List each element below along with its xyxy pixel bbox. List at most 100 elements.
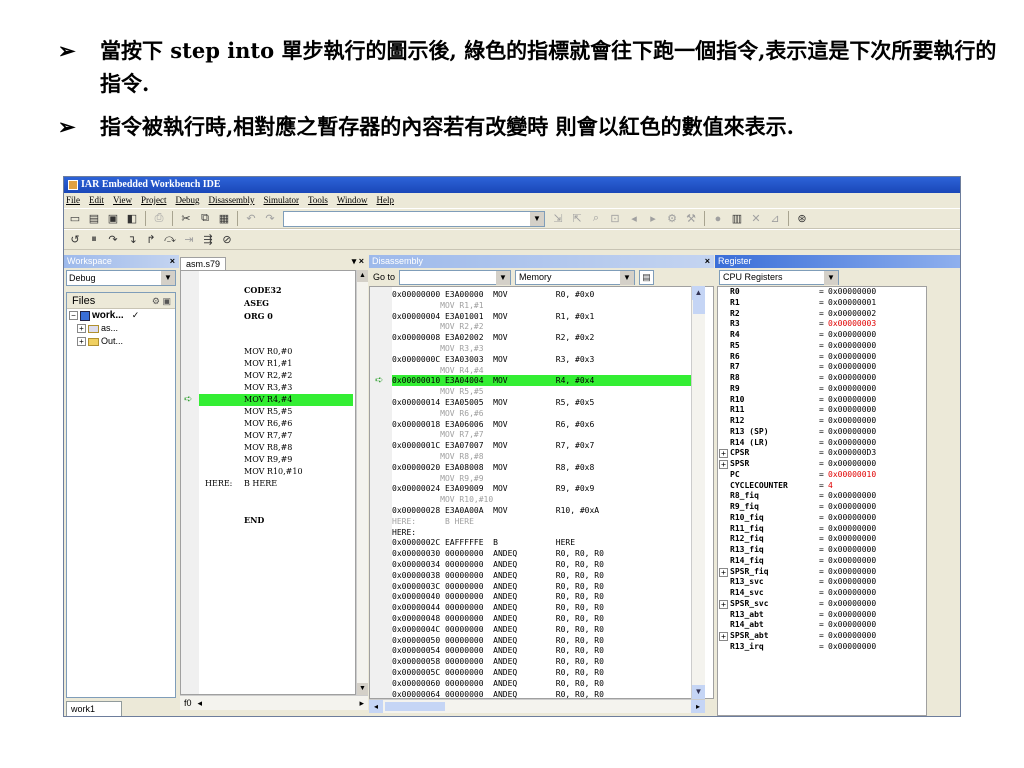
instruction-line[interactable]: 0x00000000 E3A00000 MOV R0, #0x0 [392,289,692,300]
undo-icon[interactable]: ↶ [243,211,259,227]
menu-disassembly[interactable]: Disassembly [208,193,254,208]
register-row[interactable]: R13_svc = 0x00000000 [718,577,926,588]
bookmark-icon[interactable]: ⊡ [607,211,623,227]
register-row[interactable]: R9 = 0x00000000 [718,384,926,395]
reset-icon[interactable]: ↺ [67,232,83,248]
register-row[interactable]: + CPSR = 0x000000D3 [718,448,926,459]
register-row[interactable]: R11_fiq = 0x00000000 [718,524,926,535]
chevron-down-icon[interactable]: ▼ [161,271,175,285]
copy-icon[interactable]: ⧉ [197,211,213,227]
source-line[interactable]: MOV R6,#6 [199,418,353,430]
cut-icon[interactable]: ✂ [178,211,194,227]
register-value[interactable]: 0x00000000 [828,362,876,373]
source-editor[interactable]: CODE32 ASEG ORG 0 MOV R0,#0 MOV R1,#1 MOV R2,… [180,270,356,695]
step-into-icon[interactable]: ↴ [124,232,140,248]
save-icon[interactable]: ▣ [105,211,121,227]
scroll-down-icon[interactable]: ▼ [692,685,705,699]
register-row[interactable]: R14_abt = 0x00000000 [718,620,926,631]
scroll-right-icon[interactable]: ▸ [359,698,364,709]
instruction-line[interactable]: 0x00000028 E3A0A00A MOV R10, #0xA [392,505,692,516]
find-next-icon[interactable]: ⇲ [550,211,566,227]
menu-help[interactable]: Help [377,193,395,208]
register-row[interactable]: R14 (LR) = 0x00000000 [718,438,926,449]
save-all-icon[interactable]: ◧ [124,211,140,227]
instruction-line[interactable]: 0x0000003C 00000000 ANDEQ R0, R0, R0 [392,581,692,592]
hscroll-thumb[interactable] [385,702,445,711]
register-row[interactable]: R7 = 0x00000000 [718,362,926,373]
instruction-line[interactable]: 0x00000054 00000000 ANDEQ R0, R0, R0 [392,645,692,656]
debug-start-icon[interactable]: ⊛ [794,211,810,227]
register-view-select[interactable]: CPU Registers ▼ [719,269,839,285]
scroll-right-icon[interactable]: ▸ [691,700,705,713]
instruction-line[interactable]: 0x00000060 00000000 ANDEQ R0, R0, R0 [392,678,692,689]
chevron-down-icon[interactable]: ▼ [824,270,838,285]
register-value[interactable]: 0x00000000 [828,567,876,578]
register-row[interactable]: R13_fiq = 0x00000000 [718,545,926,556]
source-line[interactable]: MOV R9,#9 [199,454,353,466]
tree-item-asm[interactable]: + as... [67,322,175,335]
debug-icon[interactable]: ▥ [729,211,745,227]
register-value[interactable]: 0x00000000 [828,556,876,567]
register-value[interactable]: 0x00000000 [828,416,876,427]
instruction-line[interactable]: 0x00000050 00000000 ANDEQ R0, R0, R0 [392,635,692,646]
open-folder-icon[interactable]: ▤ [86,211,102,227]
menu-tools[interactable]: Tools [308,193,328,208]
instruction-line[interactable]: 0x0000000C E3A03003 MOV R3, #0x3 [392,354,692,365]
memory-select[interactable]: Memory ▼ [515,269,636,285]
disassembly-scrollbar[interactable]: ▲ ▼ [691,286,705,699]
register-row[interactable]: R10_fiq = 0x00000000 [718,513,926,524]
register-row[interactable]: R10 = 0x00000000 [718,395,926,406]
register-value[interactable]: 0x00000000 [828,287,876,298]
collapse-icon[interactable]: − [69,311,78,320]
step-out-icon[interactable]: ↱ [143,232,159,248]
register-row[interactable]: CYCLECOUNTER = 4 [718,481,926,492]
register-value[interactable]: 0x00000000 [828,502,876,513]
chevron-down-icon[interactable]: ▼ [620,270,635,285]
instruction-line[interactable]: 0x00000034 00000000 ANDEQ R0, R0, R0 [392,559,692,570]
register-row[interactable]: R6 = 0x00000000 [718,352,926,363]
register-value[interactable]: 0x00000000 [828,588,876,599]
goto-input[interactable]: ▼ [399,269,512,285]
source-line[interactable]: END [199,514,353,526]
new-file-icon[interactable]: ▭ [67,211,83,227]
instruction-line[interactable]: 0x0000005C 00000000 ANDEQ R0, R0, R0 [392,667,692,678]
expand-icon[interactable]: + [719,449,728,459]
source-annotation[interactable]: MOV R10,#10 [392,494,692,505]
expand-icon[interactable]: + [719,567,728,577]
redo-icon[interactable]: ↷ [262,211,278,227]
register-row[interactable]: R13 (SP) = 0x00000000 [718,427,926,438]
register-row[interactable]: R12 = 0x00000000 [718,416,926,427]
compile-icon[interactable]: ⚙ [664,211,680,227]
menu-edit[interactable]: Edit [89,193,104,208]
source-line[interactable]: MOV R8,#8 [199,442,353,454]
source-line[interactable]: MOV R7,#7 [199,430,353,442]
chevron-down-icon[interactable]: ▼ [496,270,511,285]
source-line[interactable]: MOV R5,#5 [199,406,353,418]
source-line[interactable]: CODE32 [199,284,353,296]
register-value[interactable]: 0x00000000 [828,352,876,363]
register-value[interactable]: 0x00000000 [828,395,876,406]
source-line[interactable]: ASEG [199,297,353,309]
register-value[interactable]: 0x00000000 [828,524,876,535]
instruction-line[interactable]: 0x00000030 00000000 ANDEQ R0, R0, R0 [392,548,692,559]
instruction-line[interactable]: 0x00000024 E3A09009 MOV R9, #0x9 [392,483,692,494]
register-value[interactable]: 0x00000000 [828,631,876,642]
menu-project[interactable]: Project [141,193,167,208]
source-annotation[interactable]: HERE: B HERE [392,516,692,527]
run-to-cursor-icon[interactable]: ⇥ [181,232,197,248]
register-row[interactable]: PC = 0x00000010 [718,470,926,481]
menu-file[interactable]: File [66,193,80,208]
current-source-line[interactable]: MOV R4,#4 [199,394,353,406]
scroll-left-icon[interactable]: ◂ [198,698,203,709]
workspace-tab[interactable]: work1 [66,701,122,716]
register-row[interactable]: R8_fiq = 0x00000000 [718,491,926,502]
instruction-line[interactable]: HERE: [392,527,692,538]
instruction-line[interactable]: 0x0000004C 00000000 ANDEQ R0, R0, R0 [392,624,692,635]
register-row[interactable]: R13_abt = 0x00000000 [718,610,926,621]
stop-build-icon[interactable]: ✕ [748,211,764,227]
next-statement-icon[interactable]: ⤼ [162,232,178,248]
stop-debugging-icon[interactable]: ⊘ [219,232,235,248]
source-line[interactable]: MOV R10,#10 [199,466,353,478]
register-value[interactable]: 0x000000D3 [828,448,876,459]
instruction-line[interactable]: 0x00000020 E3A08008 MOV R8, #0x8 [392,462,692,473]
